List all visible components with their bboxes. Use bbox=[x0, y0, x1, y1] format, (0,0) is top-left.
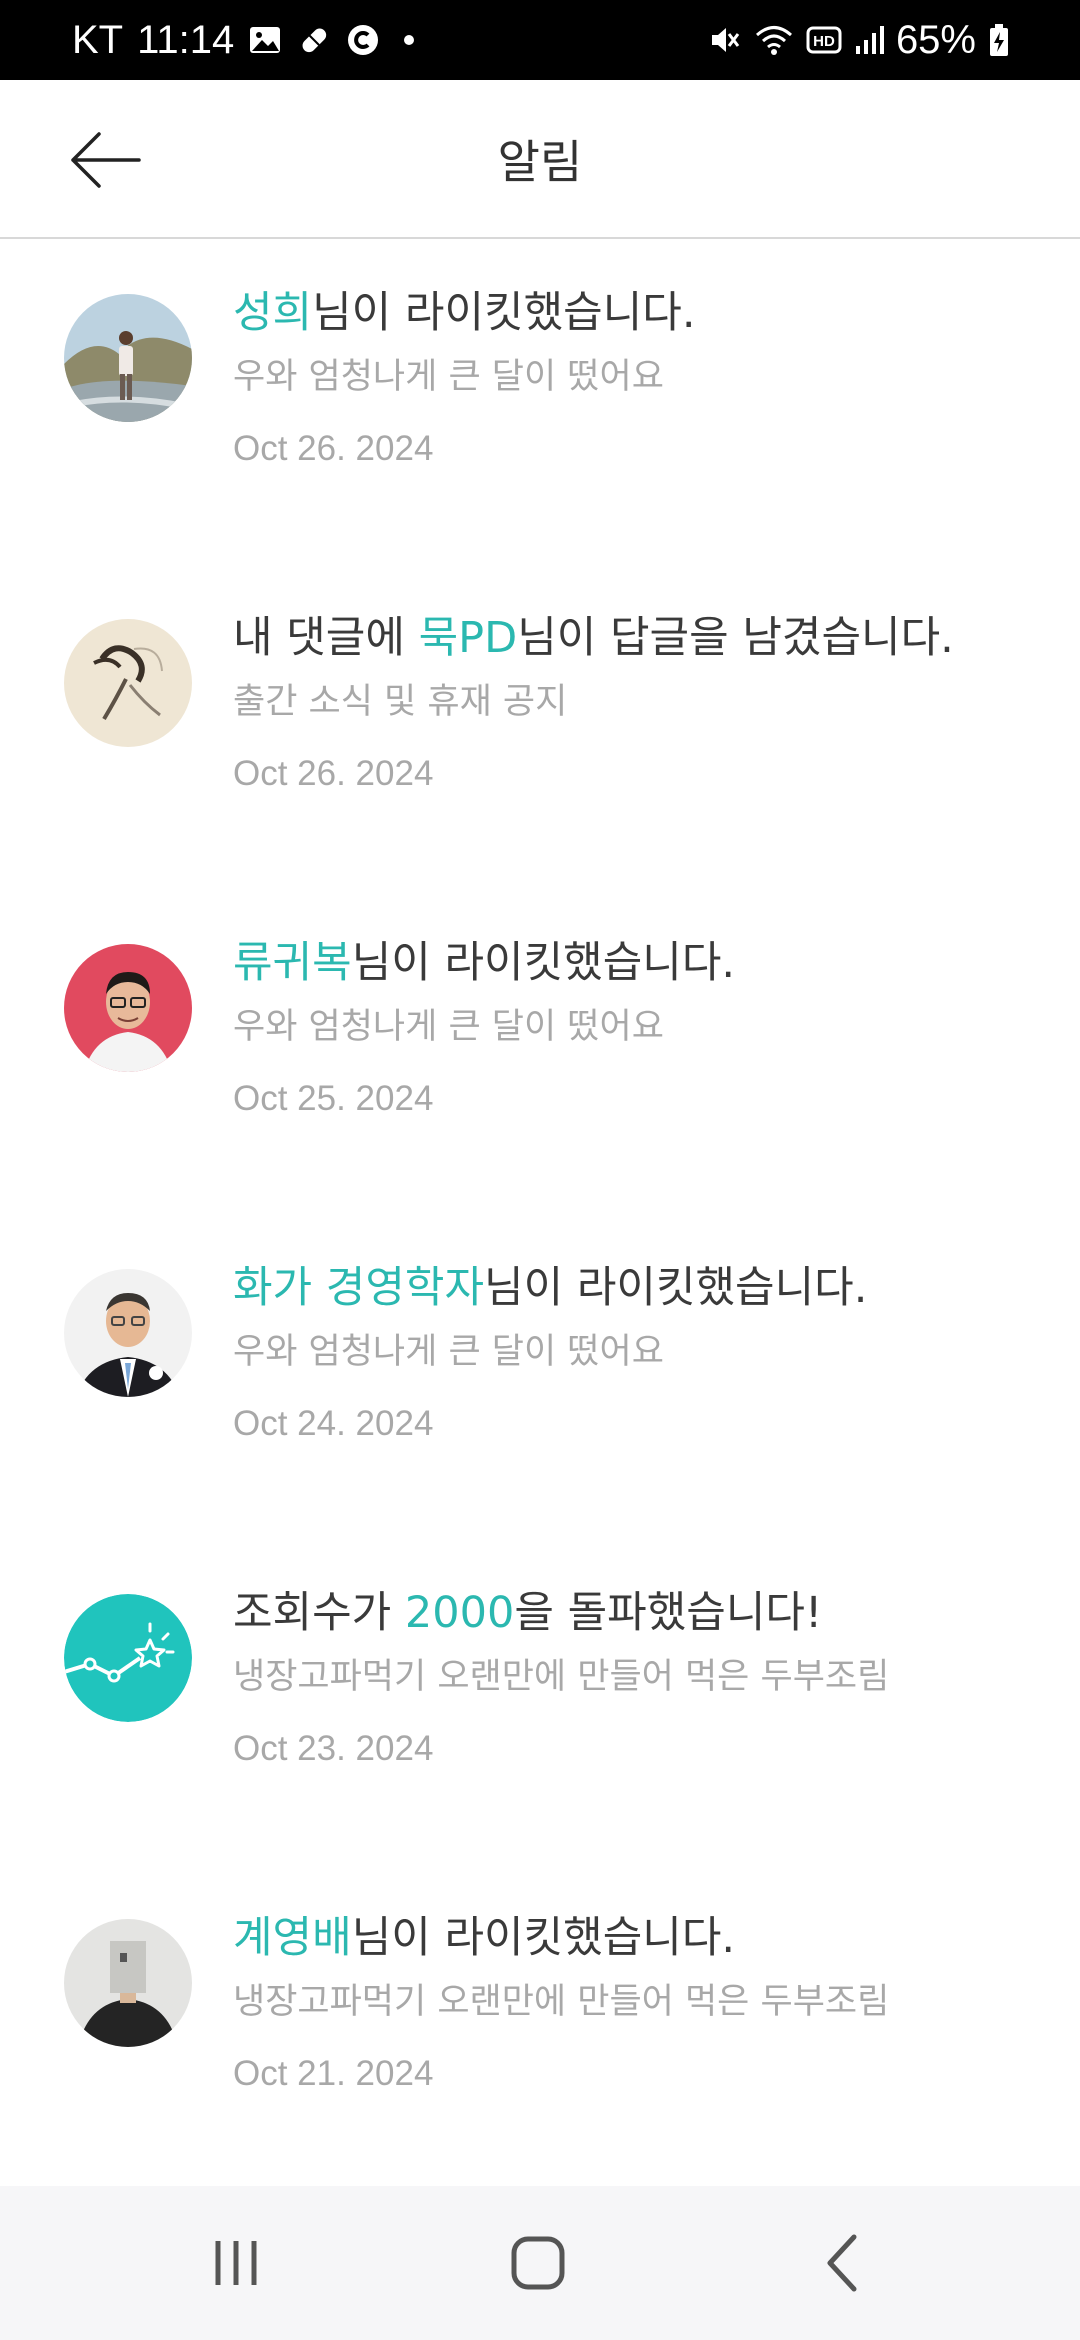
recent-apps-icon bbox=[215, 2241, 257, 2285]
notification-item[interactable]: 성희님이 라이킷했습니다. 우와 엄청나게 큰 달이 떴어요 Oct 26. 2… bbox=[0, 240, 1080, 565]
battery-charging-icon bbox=[988, 22, 1010, 58]
back-icon bbox=[827, 2234, 857, 2292]
notification-username[interactable]: 성희 bbox=[233, 288, 312, 338]
notification-title: 계영배님이 라이킷했습니다. bbox=[233, 1913, 736, 1963]
home-icon bbox=[511, 2236, 565, 2290]
status-bar: KT 11:14 HD 65% bbox=[0, 0, 1080, 80]
dot-icon bbox=[394, 23, 424, 57]
notification-list: 성희님이 라이킷했습니다. 우와 엄청나게 큰 달이 떴어요 Oct 26. 2… bbox=[0, 240, 1080, 2190]
notification-item[interactable]: 화가 경영학자님이 라이킷했습니다. 우와 엄청나게 큰 달이 떴어요 Oct … bbox=[0, 1215, 1080, 1540]
mute-icon bbox=[706, 22, 742, 58]
notification-username[interactable]: 묵PD bbox=[419, 613, 518, 663]
back-nav-button[interactable] bbox=[772, 2186, 912, 2340]
notification-title: 화가 경영학자님이 라이킷했습니다. bbox=[233, 1263, 868, 1313]
notification-subtitle: 냉장고파먹기 오랜만에 만들어 먹은 두부조림 bbox=[233, 1656, 890, 1697]
notification-subtitle: 냉장고파먹기 오랜만에 만들어 먹은 두부조림 bbox=[233, 1981, 890, 2022]
page-title: 알림 bbox=[497, 134, 583, 189]
notification-title: 내 댓글에 묵PD님이 답글을 남겼습니다. bbox=[233, 613, 954, 663]
c-circle-icon bbox=[346, 23, 380, 57]
notification-item[interactable]: 내 댓글에 묵PD님이 답글을 남겼습니다. 출간 소식 및 휴재 공지 Oct… bbox=[0, 565, 1080, 890]
app-bar: 알림 bbox=[0, 80, 1080, 239]
notification-date: Oct 26. 2024 bbox=[233, 428, 434, 468]
notification-subtitle: 출간 소식 및 휴재 공지 bbox=[233, 681, 568, 722]
notification-date: Oct 25. 2024 bbox=[233, 1078, 434, 1118]
notification-username[interactable]: 계영배 bbox=[233, 1913, 352, 1963]
wifi-icon bbox=[754, 22, 794, 58]
notification-date: Oct 24. 2024 bbox=[233, 1403, 434, 1443]
avatar bbox=[64, 1919, 192, 2047]
svg-text:HD: HD bbox=[813, 33, 835, 50]
notification-item[interactable]: 류귀복님이 라이킷했습니다. 우와 엄청나게 큰 달이 떴어요 Oct 25. … bbox=[0, 890, 1080, 1215]
notification-subtitle: 우와 엄청나게 큰 달이 떴어요 bbox=[233, 1331, 664, 1372]
avatar bbox=[64, 1269, 192, 1397]
notification-title: 류귀복님이 라이킷했습니다. bbox=[233, 938, 736, 988]
notification-item[interactable]: 계영배님이 라이킷했습니다. 냉장고파먹기 오랜만에 만들어 먹은 두부조림 O… bbox=[0, 1865, 1080, 2190]
avatar bbox=[64, 944, 192, 1072]
notification-subtitle: 우와 엄청나게 큰 달이 떴어요 bbox=[233, 356, 664, 397]
image-icon bbox=[248, 23, 282, 57]
home-button[interactable] bbox=[468, 2186, 608, 2340]
system-nav-bar bbox=[0, 2186, 1080, 2340]
hd-icon: HD bbox=[806, 25, 842, 55]
notification-date: Oct 23. 2024 bbox=[233, 1728, 434, 1768]
clock: 11:14 bbox=[137, 17, 235, 62]
views-milestone-icon bbox=[64, 1594, 192, 1722]
battery-percent: 65% bbox=[895, 17, 976, 62]
notification-username[interactable]: 화가 경영학자 bbox=[233, 1263, 484, 1313]
avatar bbox=[64, 294, 192, 422]
notification-title: 조회수가 2000을 돌파했습니다! bbox=[233, 1588, 823, 1638]
avatar bbox=[64, 619, 192, 747]
notification-item[interactable]: 조회수가 2000을 돌파했습니다! 냉장고파먹기 오랜만에 만들어 먹은 두부… bbox=[0, 1540, 1080, 1865]
notification-date: Oct 26. 2024 bbox=[233, 753, 434, 793]
carrier-label: KT bbox=[72, 17, 124, 62]
notification-subtitle: 우와 엄청나게 큰 달이 떴어요 bbox=[233, 1006, 664, 1047]
notification-username[interactable]: 류귀복 bbox=[233, 938, 352, 988]
notification-title: 성희님이 라이킷했습니다. bbox=[233, 288, 696, 338]
signal-icon bbox=[854, 24, 884, 56]
pill-icon bbox=[296, 22, 332, 58]
view-count-highlight: 2000 bbox=[404, 1588, 515, 1638]
recent-apps-button[interactable] bbox=[166, 2186, 306, 2340]
notification-date: Oct 21. 2024 bbox=[233, 2053, 434, 2093]
